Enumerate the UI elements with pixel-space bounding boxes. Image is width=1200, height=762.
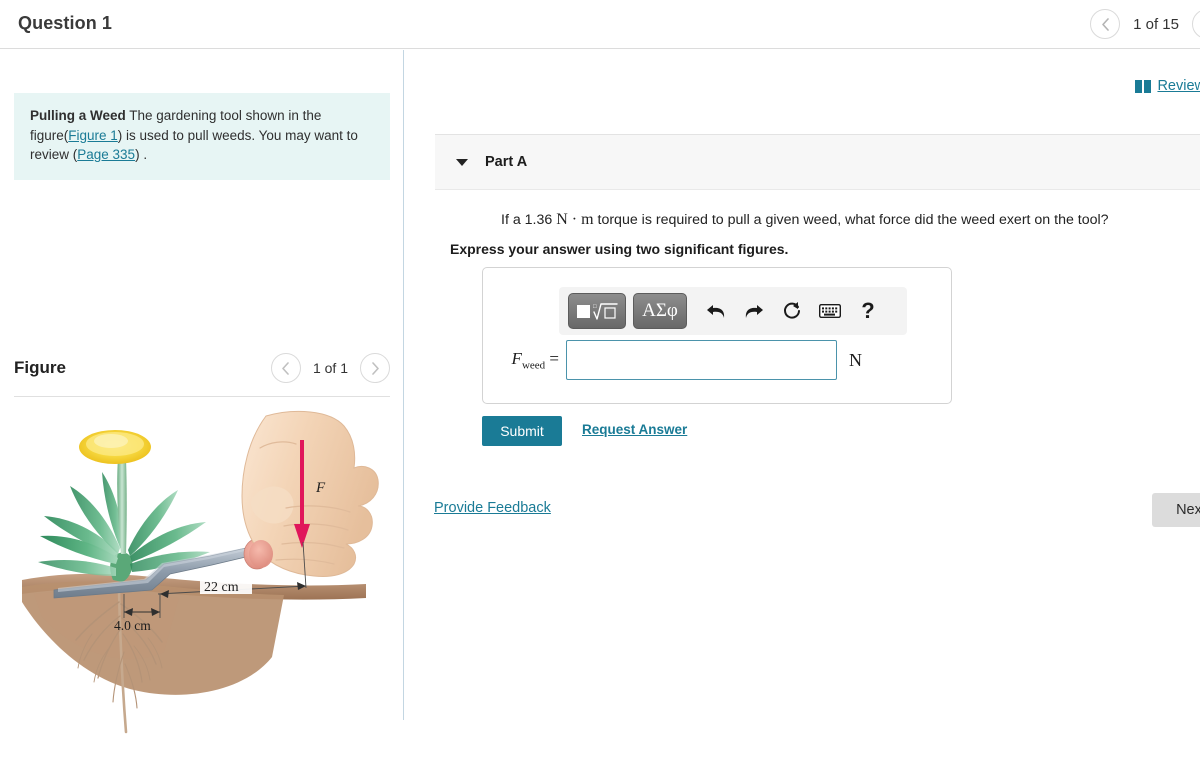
reset-icon bbox=[784, 302, 800, 319]
greek-symbols-button[interactable]: ΑΣφ bbox=[633, 293, 687, 329]
undo-icon bbox=[707, 305, 725, 318]
figure-navigation: 1 of 1 bbox=[270, 353, 390, 383]
chevron-left-icon bbox=[1101, 17, 1109, 31]
equals-sign: = bbox=[545, 348, 559, 368]
hand bbox=[241, 410, 379, 577]
variable-subscript: weed bbox=[521, 359, 546, 372]
next-figure-button[interactable] bbox=[360, 353, 390, 383]
page-335-link[interactable]: Page 335 bbox=[77, 147, 135, 162]
answer-entry-panel: □ ΑΣφ ? Fweed = N bbox=[482, 267, 952, 404]
variable-f: F bbox=[511, 348, 522, 368]
problem-text-3: ) . bbox=[135, 147, 148, 162]
svg-text:□: □ bbox=[593, 304, 597, 310]
previous-question-button[interactable] bbox=[1090, 9, 1121, 39]
answer-unit-label: N bbox=[849, 349, 862, 370]
question-text-1: If a 1.36 bbox=[501, 212, 557, 228]
figure-1-link[interactable]: Figure 1 bbox=[68, 128, 118, 143]
question-text: If a 1.36 N · m torque is required to pu… bbox=[501, 210, 1191, 230]
request-answer-link[interactable]: Request Answer bbox=[582, 422, 687, 437]
part-a-label: Part A bbox=[485, 154, 528, 170]
review-label: Review bbox=[1157, 78, 1200, 94]
figure-header: Figure 1 of 1 bbox=[14, 353, 390, 397]
reset-button[interactable] bbox=[773, 293, 811, 329]
previous-figure-button[interactable] bbox=[270, 353, 301, 383]
problem-statement: Pulling a Weed The gardening tool shown … bbox=[14, 93, 390, 180]
help-button[interactable]: ? bbox=[849, 293, 887, 329]
question-navigation: 1 of 15 bbox=[1090, 9, 1200, 39]
left-panel: Pulling a Weed The gardening tool shown … bbox=[0, 50, 404, 734]
question-text-2: torque is required to pull a given weed,… bbox=[593, 212, 1109, 228]
next-question-button[interactable] bbox=[1192, 9, 1200, 39]
redo-icon bbox=[745, 305, 763, 318]
lever-arm-label: 22 cm bbox=[204, 580, 239, 595]
question-counter: 1 of 15 bbox=[1133, 15, 1179, 33]
square-root-template-button[interactable]: □ bbox=[568, 293, 626, 329]
math-toolbar: □ ΑΣφ ? bbox=[559, 287, 907, 335]
square-root-template-icon: □ bbox=[577, 303, 618, 320]
answer-row: Fweed = N bbox=[483, 340, 953, 380]
dandelion-flower bbox=[79, 430, 151, 464]
chevron-left-icon bbox=[282, 361, 290, 375]
part-a-header[interactable]: Part A bbox=[435, 134, 1200, 190]
figure-counter: 1 of 1 bbox=[312, 360, 348, 376]
undo-button[interactable] bbox=[697, 293, 735, 329]
force-label: F bbox=[315, 480, 326, 496]
unit-newton: N bbox=[556, 211, 568, 228]
weed-pulling-figure[interactable]: F 22 cm 4.0 cm bbox=[14, 402, 392, 762]
unit-meter: m bbox=[581, 211, 594, 228]
answer-input[interactable] bbox=[566, 340, 837, 380]
chevron-right-icon bbox=[371, 361, 379, 375]
answer-variable-label: Fweed = bbox=[483, 349, 559, 371]
keyboard-icon bbox=[819, 304, 841, 318]
figure-section-title: Figure bbox=[14, 358, 66, 377]
review-link[interactable]: Review bbox=[1135, 78, 1200, 94]
top-header: Question 1 1 of 15 bbox=[0, 0, 1200, 49]
right-panel: Review Part A If a 1.36 N · m torque is … bbox=[405, 50, 1200, 720]
provide-feedback-link[interactable]: Provide Feedback bbox=[434, 500, 551, 516]
next-button[interactable]: Next bbox=[1152, 493, 1200, 527]
submit-button[interactable]: Submit bbox=[482, 416, 562, 446]
redo-button[interactable] bbox=[735, 293, 773, 329]
book-icon bbox=[1135, 79, 1152, 93]
unit-dot: · bbox=[567, 211, 582, 228]
caret-down-icon[interactable] bbox=[456, 158, 468, 166]
root-depth-label: 4.0 cm bbox=[114, 618, 151, 633]
keyboard-button[interactable] bbox=[811, 293, 849, 329]
page-title: Question 1 bbox=[18, 13, 113, 33]
answer-instruction: Express your answer using two significan… bbox=[450, 241, 789, 257]
problem-title: Pulling a Weed bbox=[30, 108, 126, 123]
